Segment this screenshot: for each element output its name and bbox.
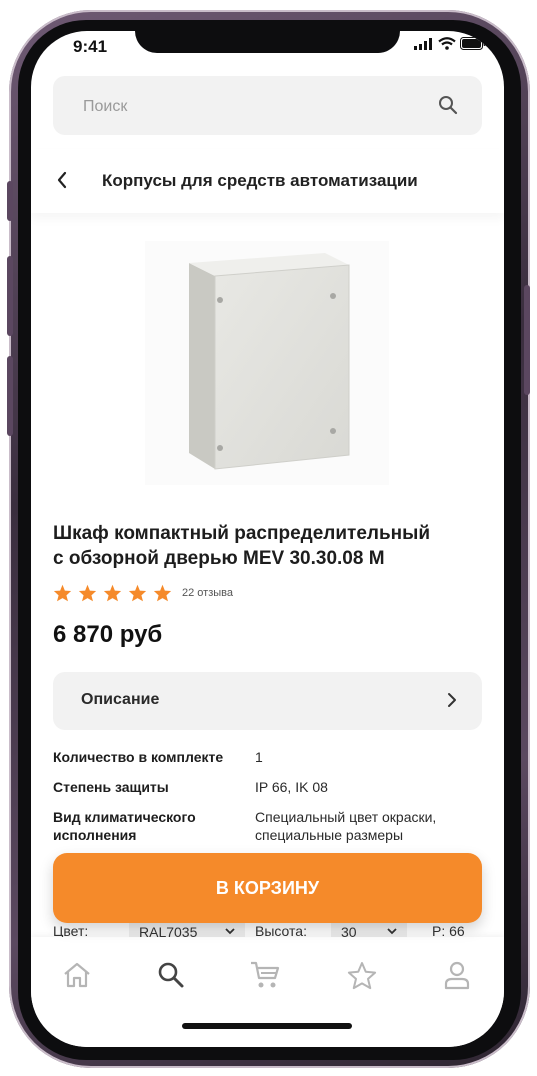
spec-value: Специальный цвет окраски, специальные ра… xyxy=(255,808,436,844)
reviews-count[interactable]: 22 отзыва xyxy=(182,587,233,599)
notch xyxy=(135,31,400,53)
spec-key: Степень защиты xyxy=(53,779,169,795)
home-indicator[interactable] xyxy=(182,1023,352,1029)
chevron-down-icon xyxy=(225,928,235,935)
side-button-volume-up xyxy=(7,256,13,336)
side-button-volume-down xyxy=(7,356,13,436)
add-to-cart-button[interactable]: В КОРЗИНУ xyxy=(53,853,482,923)
star-icon xyxy=(53,584,72,602)
description-row[interactable]: Описание xyxy=(53,672,482,730)
screen: 9:41 Корпусы для средств автоматизации xyxy=(31,31,504,1047)
product-image xyxy=(145,241,389,485)
back-chevron-icon[interactable] xyxy=(56,171,68,189)
tab-cart[interactable] xyxy=(243,955,287,995)
chevron-right-icon xyxy=(448,693,456,707)
side-button-power xyxy=(524,285,530,395)
spec-value: 1 xyxy=(255,749,263,765)
cart-icon xyxy=(251,961,280,988)
search-box[interactable] xyxy=(53,76,482,137)
side-button-mute xyxy=(7,181,13,221)
favorites-star-icon xyxy=(347,961,377,989)
star-icon xyxy=(78,584,97,602)
star-icon xyxy=(103,584,122,602)
spec-key-line: исполнения xyxy=(53,827,137,843)
search-icon xyxy=(158,962,184,988)
spec-key: Количество в комплекте xyxy=(53,749,224,765)
tab-favorites[interactable] xyxy=(340,955,384,995)
star-icon xyxy=(128,584,147,602)
product-title-line-1: Шкаф компактный распределительный xyxy=(53,523,431,544)
spec-value-line: специальные размеры xyxy=(255,827,404,843)
battery-icon xyxy=(460,37,486,50)
spec-value-line: Специальный цвет окраски, xyxy=(255,809,437,825)
product-price: 6 870 руб xyxy=(53,621,163,648)
description-label: Описание xyxy=(81,691,160,708)
status-icons xyxy=(414,37,486,50)
spec-value: IP 66, IK 08 xyxy=(255,779,328,795)
tab-search[interactable] xyxy=(149,955,193,995)
product-title: Шкаф компактный распределительный с обзо… xyxy=(53,521,483,571)
tab-profile[interactable] xyxy=(435,955,479,995)
product-rating[interactable]: 22 отзыва xyxy=(53,584,233,602)
bottom-tab-bar xyxy=(31,937,504,1047)
cabinet-illustration xyxy=(189,253,350,470)
tab-home[interactable] xyxy=(55,955,99,995)
page-title: Корпусы для средств автоматизации xyxy=(102,171,418,190)
chevron-down-icon xyxy=(387,928,397,935)
home-icon xyxy=(64,962,90,988)
category-header: Корпусы для средств автоматизации xyxy=(31,149,504,213)
spec-key: Вид климатического исполнения xyxy=(53,808,196,844)
signal-icon xyxy=(414,37,432,50)
profile-icon xyxy=(444,961,470,990)
wifi-icon xyxy=(438,37,456,50)
search-icon[interactable] xyxy=(438,95,458,115)
star-icon xyxy=(153,584,172,602)
status-time: 9:41 xyxy=(73,37,108,56)
product-title-line-2: с обзорной дверью MEV 30.30.08 M xyxy=(53,548,385,569)
search-input[interactable] xyxy=(81,76,415,137)
spec-key-line: Вид климатического xyxy=(53,809,196,825)
